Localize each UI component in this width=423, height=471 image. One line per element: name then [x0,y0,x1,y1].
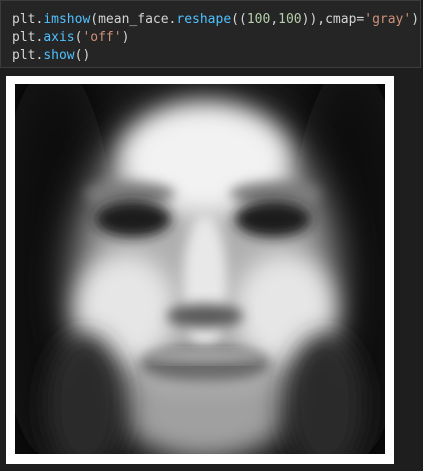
code-token: 100 [246,12,271,27]
code-token: plt [12,12,36,27]
figure-frame [6,76,394,464]
cell-output [0,70,423,471]
code-token: (mean_face. [90,12,177,27]
code-token: ) [411,12,420,27]
code-cell[interactable]: plt.imshow(mean_face.reshape((100,100)),… [0,0,421,68]
code-editor[interactable]: plt.imshow(mean_face.reshape((100,100)),… [12,11,419,65]
code-token: )),cmap= [301,12,365,27]
code-token: 'gray' [364,12,412,27]
code-token: axis [43,30,75,45]
mean-face-image [15,84,385,454]
code-token: 'off' [82,30,122,45]
code-token: plt [12,48,36,63]
code-token: show [43,48,75,63]
code-token: , [270,12,279,27]
mean-face-svg [15,84,385,454]
code-token: plt [12,30,36,45]
code-token: reshape [176,12,232,27]
code-line-1: plt.imshow(mean_face.reshape((100,100)),… [12,12,419,27]
code-token: 100 [278,12,302,27]
code-token: imshow [43,12,91,27]
code-line-2: plt.axis('off') [12,30,129,45]
notebook: plt.imshow(mean_face.reshape((100,100)),… [0,0,423,471]
code-token: (( [231,12,247,27]
code-token: ) [121,30,130,45]
code-line-3: plt.show() [12,48,90,63]
code-token: () [74,48,91,63]
